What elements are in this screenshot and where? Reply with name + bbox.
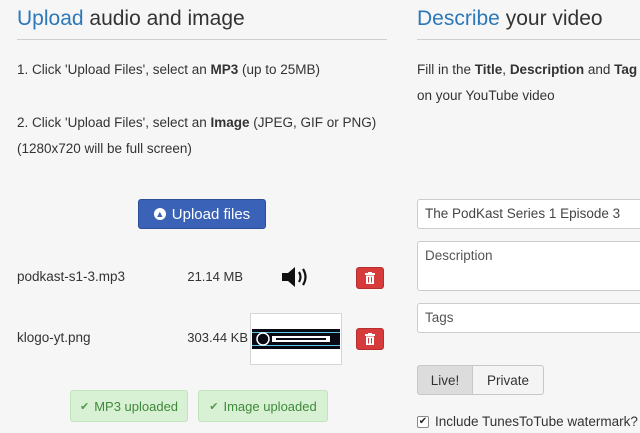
tags-input[interactable]: Tags [417,303,640,333]
image-uploaded-badge: ✔ Image uploaded [198,390,328,422]
describe-text-e: and [584,62,615,77]
delete-mp3-button[interactable] [356,267,384,289]
watermark-option: ✔ Include TunesToTube watermark? [417,414,638,429]
live-button[interactable]: Live! [417,365,473,395]
mp3-uploaded-label: MP3 uploaded [94,398,179,414]
step1-text-a: 1. Click 'Upload Files', select an [17,62,211,77]
step2-resolution-note: (1280x720 will be full screen) [17,141,192,156]
step2-text-c: (JPEG, GIF or PNG) [249,115,377,130]
privacy-toggle: Live! Private [417,365,544,395]
describe-instructions: Fill in the Title, Description and Tag o… [417,57,637,109]
upload-button-label: Upload files [171,205,251,223]
file-name-mp3: podkast-s1-3.mp3 [17,269,126,284]
upload-files-button[interactable]: ▲ Upload files [138,199,266,229]
trash-icon [365,333,375,345]
describe-text-c: , [502,62,510,77]
describe-heading-accent: Describe [417,7,500,30]
describe-divider [417,39,640,40]
upload-arrow-icon: ▲ [153,208,166,220]
private-button[interactable]: Private [473,365,544,395]
describe-title-word: Title [474,62,503,77]
upload-heading-rest: audio and image [83,7,245,30]
step2-text-a: 2. Click 'Upload Files', select an [17,115,211,130]
image-thumbnail [250,313,342,365]
file-size-mp3: 21.14 MB [187,269,243,284]
delete-image-button[interactable] [356,328,384,350]
describe-heading: Describe your video [417,7,603,31]
describe-text-a: Fill in the [417,62,475,77]
describe-text-line2: on your YouTube video [417,88,555,103]
check-icon: ✔ [79,400,90,413]
describe-heading-rest: your video [499,7,603,30]
thumbnail-logo-art [256,332,330,346]
upload-heading-accent: Upload [17,7,84,30]
file-size-image: 303.44 KB [187,330,248,345]
step1-text-c: (up to 25MB) [238,62,321,77]
file-name-image: klogo-yt.png [17,330,91,345]
upload-step-2: 2. Click 'Upload Files', select an Image… [17,110,376,162]
image-uploaded-label: Image uploaded [223,398,317,414]
step1-mp3: MP3 [210,62,239,77]
speaker-icon [282,267,307,287]
describe-tags-word: Tag [614,62,638,77]
watermark-checkbox[interactable]: ✔ [417,415,429,428]
check-icon: ✔ [209,400,219,413]
step2-image: Image [210,115,250,130]
upload-divider [17,39,387,40]
upload-step-1: 1. Click 'Upload Files', select an MP3 (… [17,57,320,83]
mp3-uploaded-badge: ✔ MP3 uploaded [70,390,188,422]
trash-icon [365,272,375,284]
upload-heading: Upload audio and image [17,7,245,31]
title-input[interactable]: The PodKast Series 1 Episode 3 [417,199,640,229]
description-textarea[interactable]: Description [417,241,640,291]
watermark-label: Include TunesToTube watermark? [435,414,638,429]
thumbnail-logo [252,329,340,349]
describe-description-word: Description [509,62,585,77]
